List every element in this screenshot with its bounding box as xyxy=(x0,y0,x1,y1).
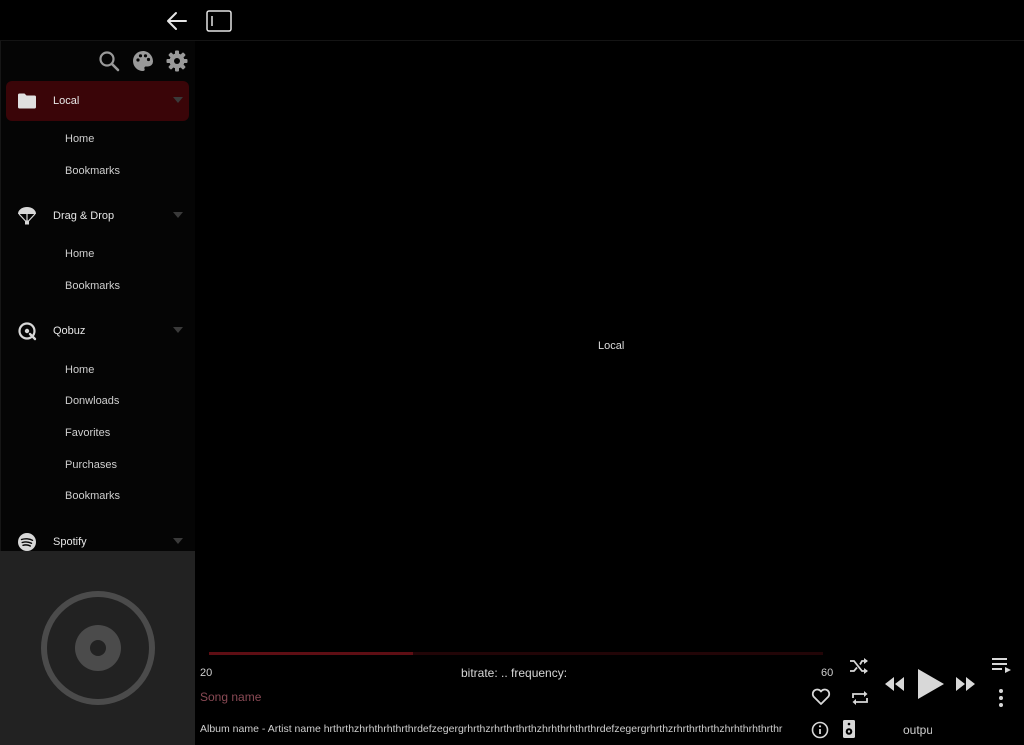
bitrate-info: bitrate: .. frequency: xyxy=(461,666,568,680)
sidebar-item-qobuz-downloads[interactable]: Donwloads xyxy=(65,394,119,408)
play-icon[interactable] xyxy=(913,666,947,702)
total-time: 60 xyxy=(821,667,834,679)
sidebar-section-local[interactable]: Local xyxy=(6,81,189,121)
spotify-icon xyxy=(16,531,38,551)
sidebar-section-label: Spotify xyxy=(53,536,87,548)
sidebar-item-qobuz-purchases[interactable]: Purchases xyxy=(65,458,117,472)
sidebar-section-label: Drag & Drop xyxy=(53,210,115,222)
chevron-down-icon[interactable] xyxy=(173,327,183,335)
progress-bar-fill xyxy=(209,652,413,655)
album-art-panel xyxy=(0,551,195,745)
back-arrow-icon[interactable] xyxy=(164,8,190,34)
chevron-down-icon[interactable] xyxy=(173,538,183,546)
sidebar-item-dragdrop-home[interactable]: Home xyxy=(65,247,94,261)
gear-icon[interactable] xyxy=(165,49,189,73)
palette-icon[interactable] xyxy=(131,49,155,73)
info-icon[interactable] xyxy=(810,720,830,740)
sidebar-item-dragdrop-bookmarks[interactable]: Bookmarks xyxy=(65,279,120,293)
chevron-down-icon[interactable] xyxy=(173,212,183,220)
chevron-down-icon[interactable] xyxy=(173,97,183,105)
sidebar-item-qobuz-bookmarks[interactable]: Bookmarks xyxy=(65,489,120,503)
elapsed-time: 20 xyxy=(200,667,213,679)
sidebar-section-label: Qobuz xyxy=(53,325,86,337)
heart-icon[interactable] xyxy=(811,688,831,706)
next-track-icon[interactable] xyxy=(954,672,978,696)
shuffle-icon[interactable] xyxy=(849,657,869,675)
repeat-icon[interactable] xyxy=(850,689,870,707)
sidebar: Local Home Bookmarks Drag & Drop Home Bo… xyxy=(0,41,195,551)
song-name: Song name xyxy=(200,690,262,704)
speaker-icon[interactable] xyxy=(841,719,857,739)
parachute-icon xyxy=(16,205,38,227)
sidebar-section-label: Local xyxy=(53,95,80,107)
disc-icon xyxy=(38,588,158,708)
sidebar-toggle-icon[interactable] xyxy=(206,10,232,32)
top-bar xyxy=(0,0,1024,41)
sidebar-section-drag-drop[interactable]: Drag & Drop xyxy=(6,196,189,236)
queue-icon[interactable] xyxy=(991,657,1013,675)
sidebar-item-qobuz-home[interactable]: Home xyxy=(65,363,94,377)
sidebar-item-qobuz-favorites[interactable]: Favorites xyxy=(65,426,110,440)
output-selector[interactable]: output xyxy=(903,723,932,737)
sidebar-item-local-bookmarks[interactable]: Bookmarks xyxy=(65,164,120,178)
sidebar-section-spotify[interactable]: Spotify xyxy=(6,522,189,551)
previous-track-icon[interactable] xyxy=(882,672,906,696)
search-icon[interactable] xyxy=(97,49,121,73)
qobuz-icon xyxy=(16,320,38,342)
main-view-title: Local xyxy=(598,340,625,352)
more-options-icon[interactable] xyxy=(996,688,1006,708)
sidebar-section-qobuz[interactable]: Qobuz xyxy=(6,311,189,351)
album-artist-line: Album name - Artist name hrthrthzhrhthrh… xyxy=(200,723,783,735)
sidebar-item-local-home[interactable]: Home xyxy=(65,132,94,146)
folder-icon xyxy=(16,90,38,112)
